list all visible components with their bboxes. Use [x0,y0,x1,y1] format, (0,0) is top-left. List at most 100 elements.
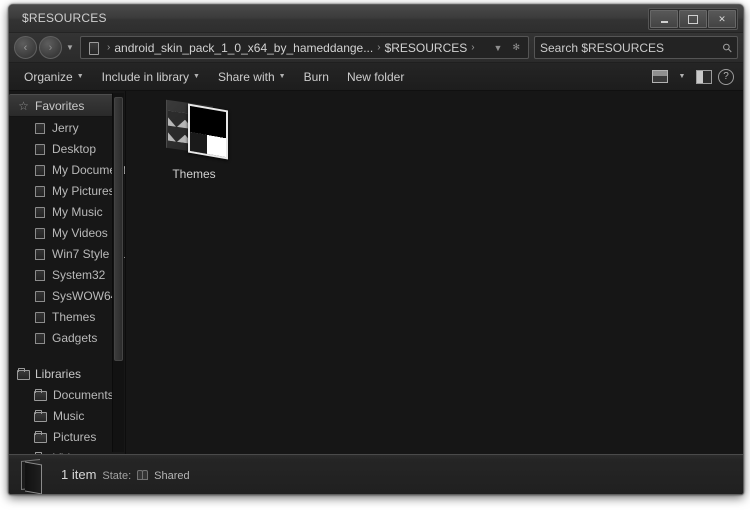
address-bar: ‹ › ▼ › android_skin_pack_1_0_x64_by_ham… [9,33,743,63]
minimize-button[interactable] [650,10,678,28]
item-count: 1 item [61,467,97,482]
help-button[interactable]: ? [715,67,737,86]
sidebar-item-pictures[interactable]: Pictures [9,426,125,447]
back-button[interactable]: ‹ [14,36,37,59]
folder-icon [34,248,46,260]
drive-icon [86,41,100,55]
state-label: State: [102,470,132,482]
screenshot-root: $RESOURCES ✕ ‹ › ▼ › android_skin_pack_1… [0,0,750,512]
sidebar-item-documents[interactable]: Documents [9,384,125,405]
help-icon: ? [718,68,734,85]
list-item[interactable]: Themes [148,99,240,181]
preview-pane-icon [696,69,712,84]
minimize-icon [651,11,677,27]
breadcrumb-item-parent[interactable]: android_skin_pack_1_0_x64_by_hameddange.… [114,41,373,55]
view-dropdown-button[interactable]: ▼ [671,67,693,86]
status-bar: 1 item State: Shared [9,454,743,494]
chevron-down-icon: ▼ [193,73,200,80]
breadcrumb[interactable]: › android_skin_pack_1_0_x64_by_hameddang… [80,36,529,59]
library-icon [17,368,30,380]
sidebar-item-label: Gadgets [52,330,98,345]
refresh-icon[interactable]: ✻ [507,42,525,53]
sidebar-item-label: System32 [52,267,106,282]
search-input[interactable] [540,40,721,55]
sidebar-item-label: Jerry [52,120,79,135]
sidebar-item-syswow64[interactable]: SysWOW64 [9,285,125,306]
sidebar-item-label: My Pictures [52,183,115,198]
forward-button[interactable]: › [39,36,62,59]
sidebar-item-themes[interactable]: Themes [9,306,125,327]
folder-icon [34,206,46,218]
folder-icon [19,458,49,494]
close-button[interactable]: ✕ [708,10,736,28]
navigation-pane-scrollbar[interactable] [112,93,124,452]
sidebar-item-my-pictures[interactable]: My Pictures [9,180,125,201]
sidebar-item-label: SysWOW64 [52,288,118,303]
folder-thumbnail-icon [160,99,228,161]
folder-icon [34,122,46,134]
sidebar-item-my-documents[interactable]: My Documents [9,159,125,180]
sidebar-item-my-music[interactable]: My Music [9,201,125,222]
breadcrumb-item-current[interactable]: $RESOURCES [385,41,468,55]
sidebar-item-label: Pictures [53,429,97,444]
burn-label: Burn [303,69,329,84]
breadcrumb-separator-end[interactable]: › [467,42,478,53]
chevron-down-icon: ▼ [678,73,686,80]
search-icon: ⚲ [719,39,736,56]
folder-preview-thumbnail [188,103,228,160]
sidebar-group-label: Favorites [35,98,85,113]
sidebar-item-gadgets[interactable]: Gadgets [9,327,125,348]
sidebar-item-videos[interactable]: Videos [9,447,125,454]
include-in-library-label: Include in library [101,69,190,84]
sidebar-item-desktop[interactable]: Desktop [9,138,125,159]
file-list-view[interactable]: Themes [126,91,743,454]
sidebar-item-system32[interactable]: System32 [9,264,125,285]
sidebar-group-libraries[interactable]: Libraries [9,363,125,384]
organize-button[interactable]: Organize ▼ [15,67,93,87]
folder-icon-front [25,461,42,494]
folder-icon [34,164,46,176]
view-icon [652,70,668,83]
sidebar-item-my-videos[interactable]: My Videos [9,222,125,243]
status-text: 1 item State: Shared [61,467,190,482]
sidebar-item-win7-style-builder[interactable]: Win7 Style Builder [9,243,125,264]
sidebar-item-label: Desktop [52,141,97,156]
navigation-pane: ☆ Favorites Jerry Desktop My Documents M… [9,91,126,454]
title-bar: $RESOURCES ✕ [9,5,743,33]
folder-icon [34,185,46,197]
change-view-button[interactable] [649,67,671,86]
share-with-button[interactable]: Share with ▼ [209,67,295,87]
window-body: ☆ Favorites Jerry Desktop My Documents M… [9,91,743,454]
window-controls: ✕ [648,8,738,30]
star-icon: ☆ [18,98,29,113]
maximize-button[interactable] [679,10,707,28]
sidebar-group-label: Libraries [35,366,82,381]
share-with-label: Share with [217,69,275,84]
folder-icon [34,269,46,281]
list-item-label: Themes [172,167,216,181]
library-icon [34,431,47,443]
sidebar-item-label: My Music [52,204,103,219]
preview-pane-button[interactable] [693,67,715,86]
shared-icon [137,469,149,480]
folder-icon [34,290,46,302]
include-in-library-button[interactable]: Include in library ▼ [93,67,209,87]
state-value: Shared [154,470,190,482]
command-toolbar: Organize ▼ Include in library ▼ Share wi… [9,63,743,91]
folder-icon [34,332,46,344]
navigation-pane-scroll: ☆ Favorites Jerry Desktop My Documents M… [9,91,125,454]
burn-button[interactable]: Burn [295,67,338,87]
sidebar-item-music[interactable]: Music [9,405,125,426]
chevron-down-icon[interactable]: ▼ [489,43,508,53]
folder-icon [34,311,46,323]
folder-icon [34,143,46,155]
new-folder-button[interactable]: New folder [338,67,413,87]
scrollbar-thumb[interactable] [114,97,123,361]
search-box[interactable]: ⚲ [534,36,738,59]
recent-locations-button[interactable]: ▼ [64,38,76,58]
sidebar-item-jerry[interactable]: Jerry [9,117,125,138]
sidebar-group-favorites[interactable]: ☆ Favorites [9,94,123,117]
explorer-window: $RESOURCES ✕ ‹ › ▼ › android_skin_pack_1… [8,4,744,495]
chevron-down-icon: ▼ [76,73,84,80]
